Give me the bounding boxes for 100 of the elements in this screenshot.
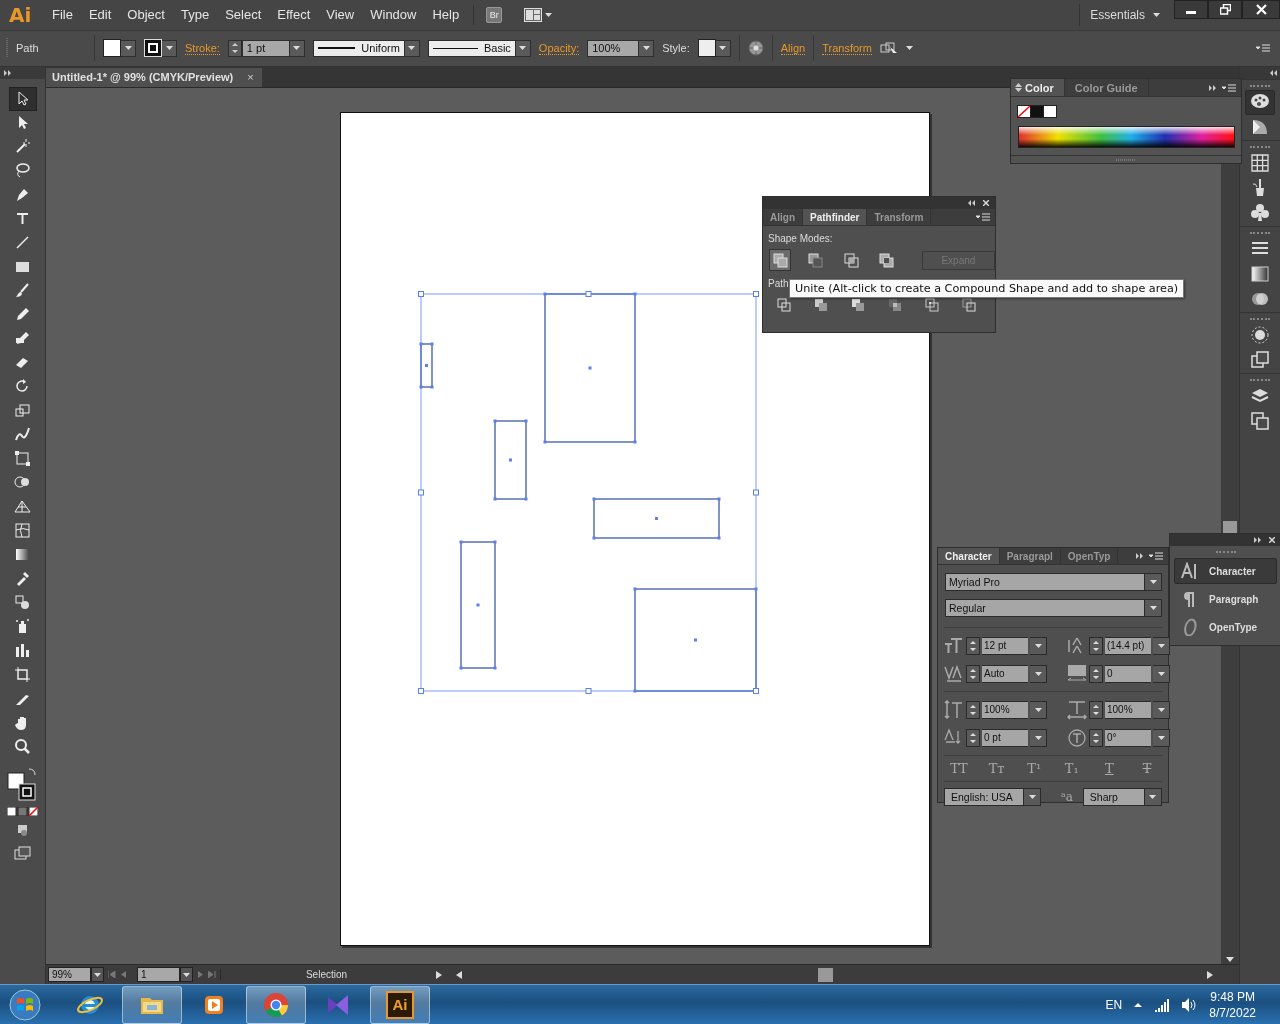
restore-button[interactable] [1208,0,1242,19]
language-field[interactable]: English: USA [944,788,1024,806]
close-icon[interactable] [983,200,989,206]
next-artboard-icon[interactable] [197,971,204,979]
graphic-style-swatch[interactable] [697,39,716,58]
taskbar-button[interactable] [246,985,306,1024]
caret-icon[interactable] [293,46,301,51]
workspace-switcher[interactable]: Essentials [1090,7,1145,22]
scroll-thumb[interactable] [1223,520,1237,533]
panel-tab[interactable]: Color [1011,79,1065,96]
panel-menu-icon[interactable] [1149,552,1163,560]
spinner-icon[interactable] [1092,667,1100,681]
caret-icon[interactable] [124,46,132,51]
merge-icon[interactable] [850,297,866,313]
scroll-thumb[interactable] [818,967,833,982]
recolor-icon[interactable] [747,40,764,57]
chrome-icon[interactable] [262,990,290,1019]
status-text[interactable]: Selection [220,969,432,981]
menu-item[interactable]: Edit [80,4,120,26]
bounding-box[interactable] [418,290,759,694]
caret-icon[interactable] [1034,644,1042,648]
caret-icon[interactable] [719,46,727,51]
scroll-left-icon[interactable] [456,970,462,979]
paintbrush-icon[interactable] [14,282,31,300]
caret-icon[interactable] [165,46,173,51]
divide-icon[interactable] [776,297,792,313]
menu-item[interactable]: Effect [269,4,319,26]
caret-icon[interactable] [1153,12,1160,17]
screen-mode-icon[interactable] [14,845,31,860]
color-mode-icon[interactable] [7,806,38,816]
menu-item[interactable]: Object [119,4,173,26]
isolate-icon[interactable] [879,41,898,56]
caret-icon[interactable] [545,12,553,17]
panel-tab[interactable]: Paragrapl [999,548,1061,564]
panel-tab[interactable]: Pathfinder [803,209,868,225]
graphic-styles-icon[interactable] [1250,350,1270,371]
caret-icon[interactable] [183,972,190,977]
caret-icon[interactable] [519,46,527,51]
spinner-icon[interactable] [1092,639,1100,653]
caret-icon[interactable] [1028,795,1036,799]
close-icon[interactable] [1269,537,1275,543]
type-style-button[interactable]: T [1098,761,1121,776]
bridge-button[interactable]: Br [486,6,503,23]
caret-icon[interactable] [1157,736,1165,740]
panel-expand-icon[interactable] [1136,553,1143,559]
free-transform-icon[interactable] [14,450,31,468]
selected-rectangle[interactable] [459,540,497,670]
panel-expand-icon[interactable] [1254,537,1261,543]
caret-icon[interactable] [905,46,913,51]
caret-icon[interactable] [1157,672,1165,676]
opacity-field[interactable]: 100% [587,39,640,57]
type-style-button[interactable]: TT [948,761,970,776]
panel-menu-icon[interactable] [1222,83,1236,92]
metric-field[interactable]: 12 pt [982,637,1028,655]
spinner-icon[interactable] [1092,731,1100,745]
pen-icon[interactable] [14,186,31,204]
resize-grip-icon[interactable] [1116,158,1136,161]
caret-icon[interactable] [1034,708,1042,712]
layout-icon[interactable] [524,7,543,22]
menu-item[interactable]: Type [172,4,218,26]
stroke-link[interactable]: Stroke: [185,41,220,55]
panel-dock-item[interactable]: Character [1174,558,1277,584]
network-icon[interactable] [1154,997,1170,1012]
font-family-field[interactable]: Myriad Pro [945,573,1145,591]
expand-icon[interactable] [4,69,11,76]
draw-mode-icon[interactable] [15,823,30,837]
illustrator-icon[interactable]: Ai [386,990,414,1019]
spinner-icon[interactable] [969,703,977,717]
stroke-weight-field[interactable]: 1 pt [241,39,290,57]
artboard-tool-icon[interactable] [14,666,31,684]
trim-icon[interactable] [813,297,829,313]
swatches-icon[interactable] [1250,153,1270,174]
selected-rectangle[interactable] [543,292,637,444]
brush-definition[interactable]: Basic [427,39,516,57]
spinner-icon[interactable] [969,667,977,681]
start-button-icon[interactable] [9,988,41,1021]
symbol-sprayer-icon[interactable] [14,618,31,636]
panel-tab[interactable]: Character [938,548,1000,564]
fill-stroke-icon[interactable] [6,766,39,801]
anti-aliasing-field[interactable]: Sharp [1082,788,1145,806]
clock[interactable]: 9:48 PM 8/7/2022 [1209,988,1256,1021]
gradient-panel-icon[interactable] [1250,264,1270,285]
caret-icon[interactable] [1034,672,1042,676]
metric-field[interactable]: Auto [982,665,1028,683]
opacity-link[interactable]: Opacity: [538,41,580,55]
color-spectrum[interactable] [1018,126,1235,148]
last-artboard-icon[interactable] [208,971,216,979]
selected-rectangle[interactable] [633,587,758,693]
transform-link[interactable]: Transform [822,41,872,55]
outline-icon[interactable] [924,297,940,313]
metric-field[interactable]: 0° [1105,729,1151,747]
spinner-icon[interactable] [969,731,977,745]
metric-field[interactable]: 100% [982,701,1028,719]
previous-artboard-icon[interactable] [120,971,127,979]
panel-tab[interactable]: OpenTyp [1060,548,1119,564]
collapse-icon[interactable] [1270,69,1277,76]
menu-item[interactable]: Help [424,4,468,26]
zoom-icon[interactable] [14,738,31,756]
type-style-button[interactable]: T₁ [1060,761,1083,776]
minimize-button[interactable] [1174,0,1208,19]
